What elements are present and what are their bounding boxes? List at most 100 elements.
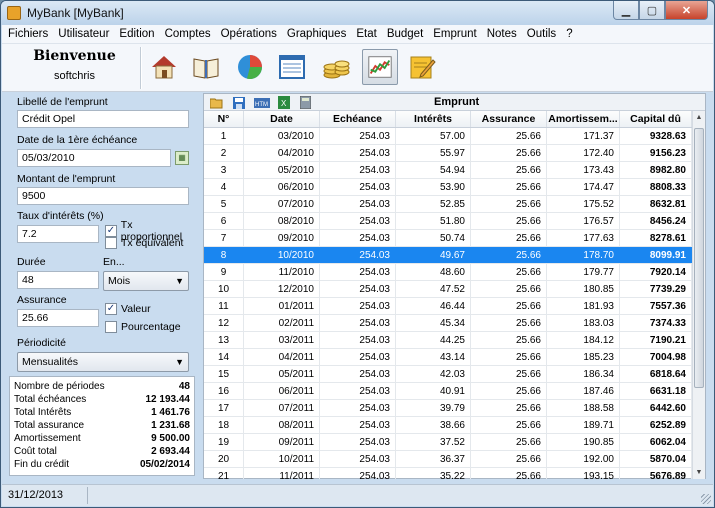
table-cell: 7739.29 — [620, 281, 692, 297]
table-row[interactable]: 12 02/2011 254.03 45.34 25.66 183.03 7374.33 — [204, 315, 692, 332]
table-row[interactable]: 4 06/2010 254.03 53.90 25.66 174.47 8808.33 — [204, 179, 692, 196]
table-row[interactable]: 19 09/2011 254.03 37.52 25.66 190.85 6062.04 — [204, 434, 692, 451]
table-cell: 193.15 — [547, 468, 620, 479]
table-cell: 05/2011 — [244, 366, 320, 382]
menu-etat[interactable]: Etat — [356, 28, 376, 40]
excel-export-icon[interactable]: X — [277, 96, 290, 109]
table-row[interactable]: 3 05/2010 254.03 54.94 25.66 173.43 8982.80 — [204, 162, 692, 179]
table-row[interactable]: 21 11/2011 254.03 35.22 25.66 193.15 5676.89 — [204, 468, 692, 479]
checkbox-unchecked[interactable] — [105, 237, 117, 249]
col-header-echeance[interactable]: Echéance — [320, 111, 396, 127]
table-cell: 8278.61 — [620, 230, 692, 246]
scroll-up-icon[interactable]: ▲ — [693, 111, 705, 124]
maximize-button[interactable]: ▢ — [639, 1, 665, 20]
periodicite-dropdown[interactable]: Mensualités ▼ — [17, 352, 189, 372]
table-row[interactable]: 20 10/2011 254.03 36.37 25.66 192.00 5870.04 — [204, 451, 692, 468]
tx-equivalent-checkbox[interactable]: Tx équivalent — [105, 237, 183, 249]
pourcentage-checkbox[interactable]: Pourcentage — [105, 321, 181, 333]
table-cell: 6631.18 — [620, 383, 692, 399]
table-row[interactable]: 10 12/2010 254.03 47.52 25.66 180.85 7739.29 — [204, 281, 692, 298]
table-cell: 04/2011 — [244, 349, 320, 365]
table-row[interactable]: 16 06/2011 254.03 40.91 25.66 187.46 6631.18 — [204, 383, 692, 400]
minimize-button[interactable]: ▁ — [613, 1, 639, 20]
table-row[interactable]: 7 09/2010 254.03 50.74 25.66 177.63 8278.61 — [204, 230, 692, 247]
html-export-icon[interactable]: HTM — [254, 96, 270, 109]
vertical-scrollbar[interactable]: ▲ ▼ — [692, 111, 705, 479]
table-row[interactable]: 6 08/2010 254.03 51.80 25.66 176.57 8456.24 — [204, 213, 692, 230]
libelle-field[interactable]: Crédit Opel — [17, 110, 189, 128]
close-button[interactable]: ✕ — [665, 1, 708, 20]
col-header-assurance[interactable]: Assurance — [471, 111, 547, 127]
menu-budget[interactable]: Budget — [387, 28, 423, 40]
table-row-selected[interactable]: 8 10/2010 254.03 49.67 25.66 178.70 8099.91 — [204, 247, 692, 264]
date-field[interactable]: 05/03/2010 — [17, 149, 171, 167]
scroll-down-icon[interactable]: ▼ — [693, 466, 705, 479]
menu-fichiers[interactable]: Fichiers — [8, 28, 48, 40]
scrollbar-thumb[interactable] — [694, 128, 704, 388]
table-row[interactable]: 9 11/2010 254.03 48.60 25.66 179.77 7920.14 — [204, 264, 692, 281]
calendar-icon[interactable]: ▦ — [175, 151, 189, 165]
welcome-user: softchris — [54, 70, 95, 82]
unite-dropdown[interactable]: Mois ▼ — [103, 271, 189, 291]
menu-notes[interactable]: Notes — [487, 28, 517, 40]
checkbox-checked[interactable]: ✓ — [105, 303, 117, 315]
calculator-icon[interactable] — [299, 96, 312, 109]
charts-button[interactable] — [232, 49, 268, 85]
col-header-capital[interactable]: Capital dû — [620, 111, 692, 127]
valeur-checkbox[interactable]: ✓ Valeur — [105, 303, 151, 315]
menu-utilisateur[interactable]: Utilisateur — [58, 28, 109, 40]
resize-grip-icon[interactable] — [701, 494, 711, 504]
table-cell: 254.03 — [320, 162, 396, 178]
window-controls: ▁ ▢ ✕ — [613, 1, 708, 20]
table-row[interactable]: 14 04/2011 254.03 43.14 25.66 185.23 7004.98 — [204, 349, 692, 366]
table-cell: 8456.24 — [620, 213, 692, 229]
table-row[interactable]: 17 07/2011 254.03 39.79 25.66 188.58 6442.60 — [204, 400, 692, 417]
table-cell: 190.85 — [547, 434, 620, 450]
menu-edition[interactable]: Edition — [119, 28, 154, 40]
table-cell: 254.03 — [320, 128, 396, 144]
col-header-interets[interactable]: Intérêts — [396, 111, 471, 127]
table-cell: 12/2010 — [244, 281, 320, 297]
loan-button[interactable] — [362, 49, 398, 85]
home-button[interactable] — [146, 49, 182, 85]
table-row[interactable]: 5 07/2010 254.03 52.85 25.66 175.52 8632.81 — [204, 196, 692, 213]
book-icon — [193, 58, 219, 79]
checkbox-checked[interactable]: ✓ — [105, 225, 117, 237]
save-icon[interactable] — [232, 96, 245, 109]
menu-help[interactable]: ? — [566, 28, 572, 40]
menu-outils[interactable]: Outils — [527, 28, 556, 40]
table-row[interactable]: 2 04/2010 254.03 55.97 25.66 172.40 9156.23 — [204, 145, 692, 162]
col-header-num[interactable]: N° — [204, 111, 244, 127]
menu-operations[interactable]: Opérations — [221, 28, 277, 40]
table-row[interactable]: 1 03/2010 254.03 57.00 25.66 171.37 9328.63 — [204, 128, 692, 145]
table-cell: 25.66 — [471, 332, 547, 348]
line-chart-icon — [368, 56, 392, 78]
table-cell: 178.70 — [547, 247, 620, 263]
col-header-date[interactable]: Date — [244, 111, 320, 127]
taux-field[interactable]: 7.2 — [17, 225, 99, 243]
duree-field[interactable]: 48 — [17, 271, 99, 289]
table-cell: 254.03 — [320, 213, 396, 229]
assurance-field[interactable]: 25.66 — [17, 309, 99, 327]
loan-form: Libellé de l'emprunt Crédit Opel Date de… — [9, 94, 195, 476]
col-header-amortissement[interactable]: Amortissem... — [547, 111, 620, 127]
table-row[interactable]: 13 03/2011 254.03 44.25 25.66 184.12 7190.21 — [204, 332, 692, 349]
table-row[interactable]: 18 08/2011 254.03 38.66 25.66 189.71 6252.89 — [204, 417, 692, 434]
summary-row: Fin du crédit 05/02/2014 — [14, 459, 190, 470]
table-cell: 254.03 — [320, 468, 396, 479]
table-cell: 254.03 — [320, 298, 396, 314]
menu-graphiques[interactable]: Graphiques — [287, 28, 346, 40]
menu-comptes[interactable]: Comptes — [165, 28, 211, 40]
table-cell: 25.66 — [471, 417, 547, 433]
table-row[interactable]: 11 01/2011 254.03 46.44 25.66 181.93 7557.36 — [204, 298, 692, 315]
checkbox-unchecked[interactable] — [105, 321, 117, 333]
notes-button[interactable] — [404, 49, 440, 85]
table-cell: 51.80 — [396, 213, 471, 229]
menu-emprunt[interactable]: Emprunt — [433, 28, 476, 40]
table-row[interactable]: 15 05/2011 254.03 42.03 25.66 186.34 6818.64 — [204, 366, 692, 383]
accounts-button[interactable] — [188, 49, 224, 85]
budget-button[interactable] — [318, 49, 354, 85]
operations-button[interactable] — [274, 49, 310, 85]
montant-field[interactable]: 9500 — [17, 187, 189, 205]
open-folder-icon[interactable] — [210, 96, 223, 109]
